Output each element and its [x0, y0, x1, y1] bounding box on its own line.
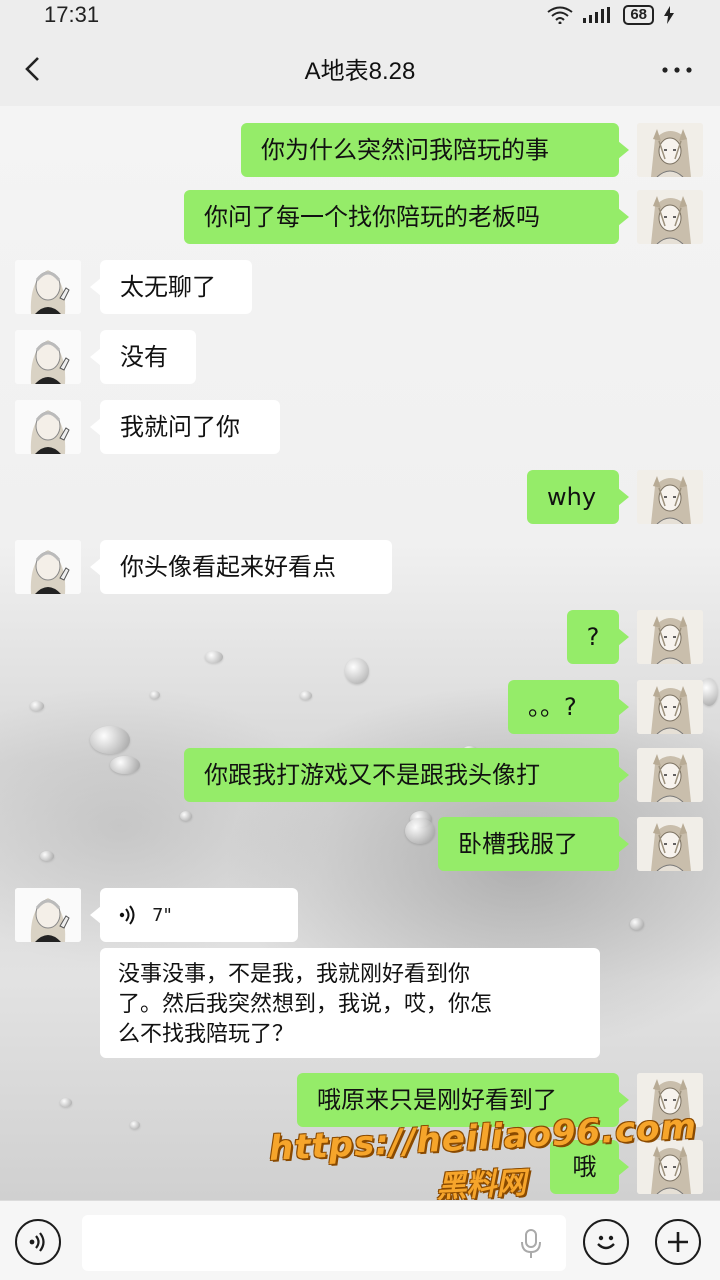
status-time: 17:31 [44, 2, 100, 27]
add-attachment-button[interactable] [655, 1219, 701, 1265]
voice-transcript: 没事没事，不是我，我就刚好看到你 了。然后我突然想到，我说，哎，你怎 么不找我陪… [100, 948, 600, 1058]
chat-title: A地表8.28 [304, 57, 416, 85]
contact-avatar[interactable] [15, 260, 81, 314]
message-bubble[interactable]: 你头像看起来好看点 [90, 540, 392, 594]
back-button[interactable] [18, 54, 48, 84]
battery-indicator: 68 [623, 5, 654, 25]
contact-avatar[interactable] [15, 330, 81, 384]
transcript-line: 了。然后我突然想到，我说，哎，你怎 [118, 992, 493, 1017]
self-avatar[interactable] [637, 190, 703, 244]
status-icons: 68 [547, 5, 674, 25]
message-bubble[interactable]: ? [567, 610, 629, 664]
microphone-icon[interactable] [520, 1229, 542, 1259]
self-avatar[interactable] [637, 680, 703, 734]
more-icon [662, 67, 692, 73]
voice-message-bubble[interactable]: 7" [90, 888, 298, 942]
transcript-line: 么不找我陪玩了？ [118, 1022, 295, 1047]
status-bar: 17:31 68 [0, 0, 720, 30]
emoji-icon [597, 1235, 615, 1250]
more-options-button[interactable] [660, 60, 694, 80]
voice-icon [29, 1232, 45, 1252]
message-bubble[interactable]: why [527, 470, 629, 524]
signal-icon [583, 7, 613, 23]
self-avatar[interactable] [637, 610, 703, 664]
contact-avatar[interactable] [15, 540, 81, 594]
self-avatar[interactable] [637, 470, 703, 524]
message-bubble[interactable]: 卧槽我服了 [438, 817, 629, 871]
chat-header: A地表8.28 [0, 30, 720, 106]
chevron-left-icon [25, 57, 39, 81]
voice-duration: 7" [152, 904, 172, 926]
self-avatar[interactable] [637, 123, 703, 177]
plus-icon [668, 1232, 688, 1252]
transcript-line: 没事没事，不是我，我就刚好看到你 [118, 962, 471, 987]
emoji-button[interactable] [583, 1219, 629, 1265]
input-bar [0, 1200, 720, 1280]
message-bubble[interactable]: 你跟我打游戏又不是跟我头像打 [184, 748, 629, 802]
message-input[interactable] [82, 1215, 566, 1271]
wifi-icon [547, 6, 573, 24]
self-avatar[interactable] [637, 748, 703, 802]
message-bubble[interactable]: 我就问了你 [90, 400, 280, 454]
message-bubble[interactable]: 没有 [90, 330, 196, 384]
message-bubble[interactable]: 你为什么突然问我陪玩的事 [241, 123, 629, 177]
message-bubble[interactable]: 。。? [508, 680, 629, 734]
charging-icon [664, 6, 674, 24]
voice-play-icon [119, 905, 135, 925]
message-bubble[interactable]: 太无聊了 [90, 260, 252, 314]
message-bubble[interactable]: 你问了每一个找你陪玩的老板吗 [184, 190, 629, 244]
contact-avatar[interactable] [15, 400, 81, 454]
self-avatar[interactable] [637, 817, 703, 871]
contact-avatar[interactable] [15, 888, 81, 942]
voice-input-toggle[interactable] [15, 1219, 61, 1265]
